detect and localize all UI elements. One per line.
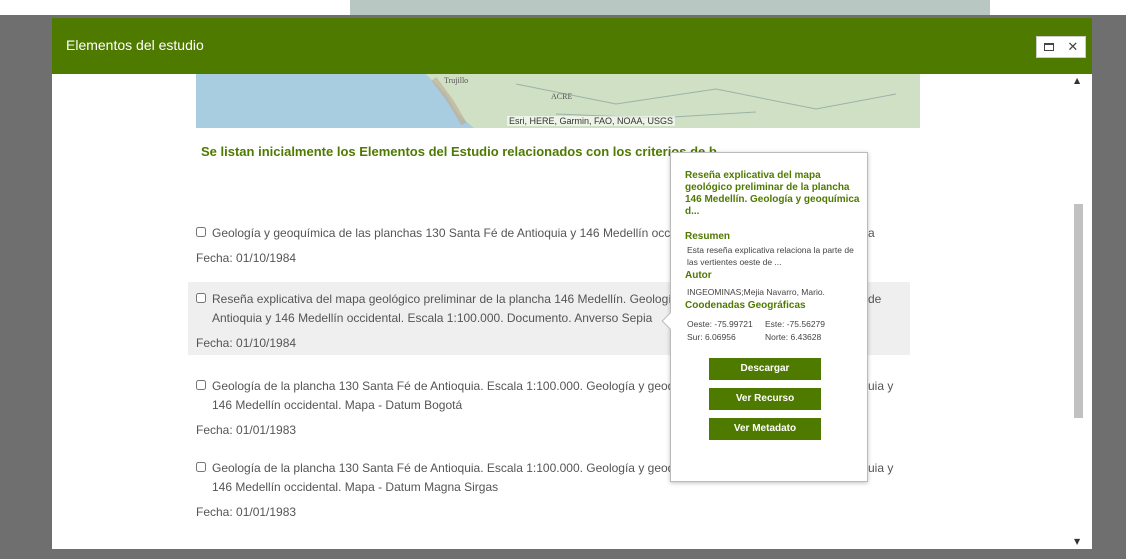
result-title-line2[interactable]: Antioquia y 146 Medellín occidental. Esc…: [212, 311, 652, 325]
scrollbar-thumb[interactable]: [1074, 204, 1083, 418]
intro-text: Se listan inicialmente los Elementos del…: [201, 144, 717, 159]
popup-sur: Sur: 6.06956: [687, 332, 736, 342]
popup-coords-label: Coodenadas Geográficas: [685, 300, 806, 311]
scroll-up-icon[interactable]: ▲: [1074, 76, 1080, 85]
result-title[interactable]: Geología de la plancha 130 Santa Fé de A…: [212, 379, 710, 393]
popup-autor-text: INGEOMINAS;Mejia Navarro, Mario.: [687, 287, 825, 297]
close-icon[interactable]: ✕: [1067, 41, 1078, 54]
study-elements-dialog: Elementos del estudio ✕ Trujillo ACRE Es…: [52, 18, 1092, 549]
dialog-controls: ✕: [1036, 36, 1086, 58]
result-checkbox[interactable]: [196, 227, 206, 237]
scrollbar[interactable]: ▲ ▼: [1071, 76, 1085, 546]
result-title[interactable]: Geología de la plancha 130 Santa Fé de A…: [212, 461, 710, 475]
result-checkbox[interactable]: [196, 462, 206, 472]
result-title[interactable]: Reseña explicativa del mapa geológico pr…: [212, 292, 704, 306]
download-button[interactable]: Descargar: [709, 358, 821, 380]
view-resource-button[interactable]: Ver Recurso: [709, 388, 821, 410]
view-metadata-button[interactable]: Ver Metadato: [709, 418, 821, 440]
popup-autor-label: Autor: [685, 270, 712, 281]
result-title-tail: a: [868, 226, 875, 240]
result-checkbox[interactable]: [196, 293, 206, 303]
popup-resumen-text: Esta reseña explicativa relaciona la par…: [687, 245, 854, 267]
restore-icon[interactable]: [1043, 41, 1054, 54]
background-page-strip: [0, 0, 1126, 15]
map-label: ACRE: [551, 92, 573, 101]
dialog-header: Elementos del estudio ✕: [52, 18, 1092, 74]
map-attribution: Esri, HERE, Garmin, FAO, NOAA, USGS: [506, 116, 675, 126]
result-title-tail: uia y: [868, 461, 894, 475]
result-checkbox[interactable]: [196, 380, 206, 390]
popup-oeste: Oeste: -75.99721: [687, 319, 753, 329]
background-map: [350, 0, 990, 15]
map-label: Trujillo: [444, 76, 469, 85]
result-detail-popup: Reseña explicativa del mapa geológico pr…: [661, 152, 868, 482]
result-title[interactable]: Geología y geoquímica de las planchas 13…: [212, 226, 703, 240]
result-title-line2[interactable]: 146 Medellín occidental. Mapa - Datum Bo…: [212, 398, 462, 412]
result-title-line2[interactable]: 146 Medellín occidental. Mapa - Datum Ma…: [212, 480, 498, 494]
popup-title: Reseña explicativa del mapa geológico pr…: [685, 170, 860, 217]
dialog-title: Elementos del estudio: [66, 37, 204, 53]
popup-este: Este: -75.56279: [765, 319, 826, 329]
map-preview[interactable]: Trujillo ACRE Esri, HERE, Garmin, FAO, N…: [196, 74, 920, 128]
result-date: Fecha: 01/01/1983: [196, 505, 297, 519]
result-title-tail: uia y: [868, 379, 894, 393]
popup-norte: Norte: 6.43628: [765, 332, 822, 342]
scroll-down-icon[interactable]: ▼: [1074, 537, 1080, 546]
result-title-tail: de: [868, 292, 882, 306]
popup-resumen-label: Resumen: [685, 231, 731, 242]
